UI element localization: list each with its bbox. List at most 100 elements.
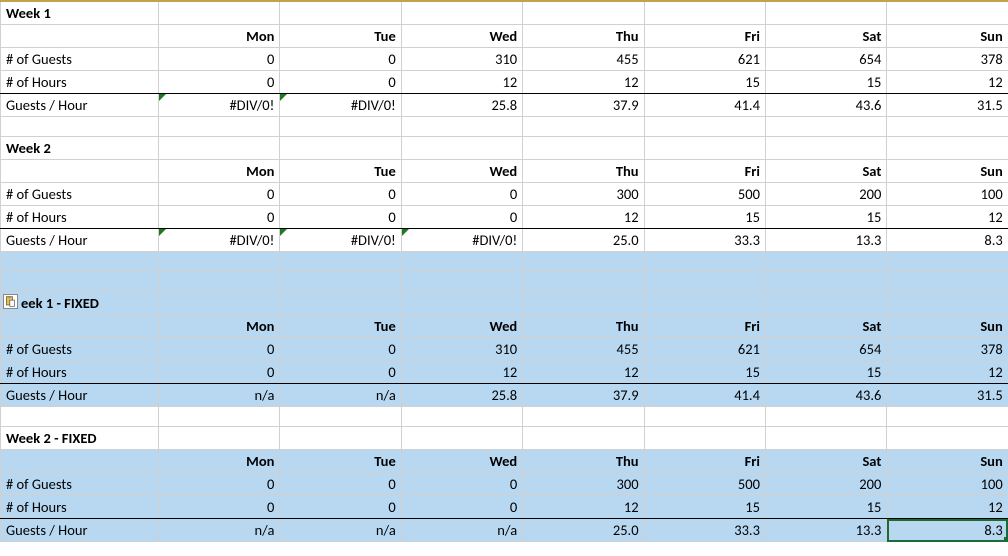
cell[interactable]: 8.3: [887, 229, 1008, 252]
cell[interactable]: 0: [280, 71, 401, 94]
cell[interactable]: 12: [887, 496, 1008, 519]
row-label[interactable]: # of Hours: [1, 71, 159, 94]
cell[interactable]: 15: [765, 71, 886, 94]
cell[interactable]: 15: [765, 496, 886, 519]
cell-error[interactable]: #DIV/0!: [401, 229, 522, 252]
row-label[interactable]: # of Guests: [1, 48, 159, 71]
spreadsheet-grid[interactable]: Week 1 Mon Tue Wed Thu Fri Sat Sun # of …: [0, 0, 1008, 542]
day-header[interactable]: Sat: [765, 25, 886, 48]
day-header[interactable]: Thu: [523, 450, 644, 473]
day-header[interactable]: Tue: [280, 315, 401, 338]
cell[interactable]: 12: [887, 206, 1008, 229]
cell[interactable]: 0: [401, 473, 522, 496]
cell[interactable]: 12: [523, 496, 644, 519]
day-header[interactable]: Fri: [644, 160, 765, 183]
cell[interactable]: 378: [887, 48, 1008, 71]
cell[interactable]: 0: [159, 496, 280, 519]
cell[interactable]: 25.0: [523, 519, 644, 542]
row-label[interactable]: # of Hours: [1, 496, 159, 519]
week1-fixed-title[interactable]: eek 1 - FIXED: [1, 292, 159, 315]
cell[interactable]: 33.3: [644, 229, 765, 252]
cell[interactable]: 0: [401, 183, 522, 206]
day-header[interactable]: Sun: [887, 450, 1008, 473]
cell[interactable]: 12: [523, 361, 644, 384]
cell[interactable]: 25.0: [523, 229, 644, 252]
cell[interactable]: n/a: [401, 519, 522, 542]
day-header[interactable]: Wed: [401, 450, 522, 473]
cell[interactable]: 12: [401, 361, 522, 384]
day-header[interactable]: Wed: [401, 25, 522, 48]
cell[interactable]: 33.3: [644, 519, 765, 542]
cell[interactable]: 500: [644, 183, 765, 206]
cell[interactable]: 15: [765, 206, 886, 229]
day-header[interactable]: Sun: [887, 25, 1008, 48]
cell[interactable]: 0: [280, 473, 401, 496]
cell[interactable]: 455: [523, 338, 644, 361]
row-label[interactable]: # of Guests: [1, 473, 159, 496]
cell[interactable]: 0: [159, 183, 280, 206]
cell[interactable]: 310: [401, 338, 522, 361]
cell[interactable]: 621: [644, 48, 765, 71]
cell[interactable]: n/a: [280, 519, 401, 542]
day-header[interactable]: Tue: [280, 160, 401, 183]
day-header[interactable]: Sat: [765, 450, 886, 473]
day-header[interactable]: Mon: [159, 315, 280, 338]
cell[interactable]: 654: [765, 338, 886, 361]
row-label[interactable]: # of Hours: [1, 206, 159, 229]
day-header[interactable]: Mon: [159, 160, 280, 183]
cell[interactable]: 0: [280, 206, 401, 229]
cell[interactable]: 37.9: [523, 94, 644, 117]
cell[interactable]: 0: [159, 361, 280, 384]
cell[interactable]: 15: [644, 361, 765, 384]
cell[interactable]: 200: [765, 183, 886, 206]
week2-fixed-title[interactable]: Week 2 - FIXED: [1, 427, 159, 450]
cell[interactable]: 25.8: [401, 94, 522, 117]
day-header[interactable]: Fri: [644, 450, 765, 473]
cell[interactable]: 25.8: [401, 384, 522, 407]
day-header[interactable]: Mon: [159, 450, 280, 473]
day-header[interactable]: Thu: [523, 315, 644, 338]
cell-error[interactable]: #DIV/0!: [159, 94, 280, 117]
cell-error[interactable]: #DIV/0!: [159, 229, 280, 252]
cell[interactable]: 12: [401, 71, 522, 94]
cell[interactable]: 31.5: [887, 94, 1008, 117]
day-header[interactable]: Wed: [401, 160, 522, 183]
cell[interactable]: 0: [159, 48, 280, 71]
row-label[interactable]: Guests / Hour: [1, 229, 159, 252]
cell[interactable]: 13.3: [765, 229, 886, 252]
cell[interactable]: 300: [523, 473, 644, 496]
cell[interactable]: 100: [887, 183, 1008, 206]
row-label[interactable]: Guests / Hour: [1, 94, 159, 117]
week2-title[interactable]: Week 2: [1, 137, 159, 160]
day-header[interactable]: Fri: [644, 25, 765, 48]
row-label[interactable]: # of Guests: [1, 338, 159, 361]
row-label[interactable]: # of Hours: [1, 361, 159, 384]
cell[interactable]: 43.6: [765, 94, 886, 117]
day-header[interactable]: Tue: [280, 25, 401, 48]
cell[interactable]: 200: [765, 473, 886, 496]
cell-error[interactable]: #DIV/0!: [280, 229, 401, 252]
cell[interactable]: 0: [159, 206, 280, 229]
row-label[interactable]: Guests / Hour: [1, 519, 159, 542]
cell[interactable]: 0: [280, 48, 401, 71]
cell[interactable]: 0: [280, 361, 401, 384]
day-header[interactable]: Fri: [644, 315, 765, 338]
cell[interactable]: 0: [159, 71, 280, 94]
cell[interactable]: 455: [523, 48, 644, 71]
week1-title[interactable]: Week 1: [1, 1, 159, 25]
row-label[interactable]: Guests / Hour: [1, 384, 159, 407]
cell[interactable]: 0: [159, 338, 280, 361]
cell[interactable]: 15: [644, 496, 765, 519]
cell[interactable]: 0: [280, 338, 401, 361]
cell[interactable]: 12: [887, 361, 1008, 384]
cell[interactable]: 500: [644, 473, 765, 496]
day-header[interactable]: Thu: [523, 25, 644, 48]
cell[interactable]: 12: [887, 71, 1008, 94]
cell[interactable]: 15: [644, 71, 765, 94]
cell[interactable]: 378: [887, 338, 1008, 361]
row-label[interactable]: # of Guests: [1, 183, 159, 206]
paste-options-icon[interactable]: [3, 294, 18, 309]
cell[interactable]: n/a: [280, 384, 401, 407]
cell[interactable]: 15: [644, 206, 765, 229]
cell[interactable]: 100: [887, 473, 1008, 496]
